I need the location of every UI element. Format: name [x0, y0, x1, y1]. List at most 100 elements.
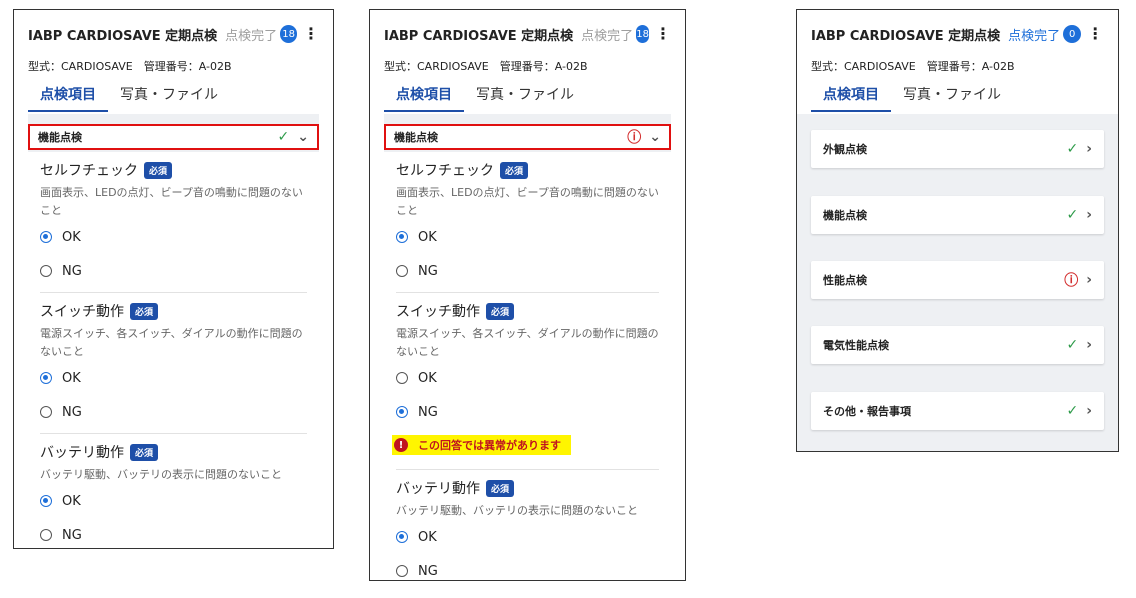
tab-photos-files[interactable]: 写真・ファイル — [891, 80, 1013, 112]
content-area: 機能点検 ⓘ ⌄ セルフチェック 必須 画面表示、LEDの点灯、ビープ音の鳴動に問… — [384, 114, 671, 580]
complete-button[interactable]: 点検完了 — [225, 25, 277, 44]
radio-selected-icon[interactable] — [396, 231, 408, 243]
complete-button[interactable]: 点検完了 — [1008, 25, 1060, 44]
remaining-count-badge: 18 — [280, 25, 297, 43]
radio-icon[interactable] — [396, 372, 408, 384]
header: IABP CARDIOSAVE 定期点検 点検完了 0 ⋮ — [811, 22, 1104, 46]
radio-selected-icon[interactable] — [40, 495, 52, 507]
question-title: セルフチェック — [40, 163, 138, 179]
question-title: スイッチ動作 — [396, 304, 480, 320]
question-description: 電源スイッチ、各スイッチ、ダイアルの動作に問題のないこと — [40, 327, 303, 358]
category-item[interactable]: 電気性能点検 ✓ › — [811, 326, 1104, 364]
option-ok[interactable]: OK — [40, 220, 307, 254]
section-title: 機能点検 — [394, 131, 438, 144]
option-ok[interactable]: OK — [396, 361, 659, 395]
inspection-overview-panel: IABP CARDIOSAVE 定期点検 点検完了 0 ⋮ 型式：CARDIOS… — [796, 9, 1119, 452]
option-label: NG — [62, 404, 82, 420]
tab-photos-files[interactable]: 写真・ファイル — [108, 80, 230, 112]
question: スイッチ動作 必須 電源スイッチ、各スイッチ、ダイアルの動作に問題のないこと OK… — [392, 301, 659, 470]
option-ng[interactable]: NG — [396, 254, 659, 288]
category-item[interactable]: 機能点検 ✓ › — [811, 196, 1104, 234]
required-badge: 必須 — [130, 302, 159, 320]
error-icon: ! — [394, 438, 408, 452]
radio-icon[interactable] — [40, 265, 52, 277]
kebab-menu-icon[interactable]: ⋮ — [1087, 26, 1103, 42]
option-label: OK — [418, 370, 437, 386]
required-badge: 必須 — [500, 161, 529, 179]
option-ok[interactable]: OK — [40, 484, 307, 518]
question: バッテリ動作 必須 バッテリ駆動、バッテリの表示に問題のないこと OK NG — [40, 442, 307, 548]
question: セルフチェック 必須 画面表示、LEDの点灯、ビープ音の鳴動に問題のないこと OK… — [40, 160, 307, 293]
model-info: 型式：CARDIOSAVE 管理番号：A-02B — [811, 60, 1015, 73]
question-card: セルフチェック 必須 画面表示、LEDの点灯、ビープ音の鳴動に問題のないこと OK… — [384, 152, 671, 580]
category-item[interactable]: その他・報告事項 ✓ › — [811, 392, 1104, 430]
app-title: IABP CARDIOSAVE 定期点検 — [384, 28, 574, 44]
chevron-right-icon: › — [1086, 403, 1092, 419]
check-icon: ✓ — [277, 129, 290, 145]
option-ok[interactable]: OK — [396, 220, 659, 254]
option-ng[interactable]: NG — [40, 395, 307, 429]
content-area: 外観点検 ✓ › 機能点検 ✓ › 性能点検 ⓘ › 電気性能点検 ✓ › その他・報告… — [797, 114, 1118, 451]
radio-icon[interactable] — [396, 265, 408, 277]
question-title: セルフチェック — [396, 163, 494, 179]
question-title: スイッチ動作 — [40, 304, 124, 320]
alert-circle-icon: ⓘ — [1064, 273, 1079, 289]
option-label: NG — [62, 527, 82, 543]
tab-inspection-items[interactable]: 点検項目 — [28, 80, 108, 112]
required-badge: 必須 — [486, 479, 515, 497]
check-icon: ✓ — [1066, 337, 1079, 353]
category-label: 性能点検 — [823, 274, 867, 287]
alert-circle-icon: ⓘ — [627, 130, 642, 146]
header: IABP CARDIOSAVE 定期点検 点検完了 18 ⋮ — [28, 22, 319, 46]
option-ng[interactable]: NG — [40, 254, 307, 288]
radio-selected-icon[interactable] — [396, 406, 408, 418]
category-label: その他・報告事項 — [823, 405, 911, 418]
chevron-right-icon: › — [1086, 141, 1092, 157]
option-ng[interactable]: NG — [40, 518, 307, 548]
abnormal-warning: ! この回答では異常があります — [392, 435, 571, 455]
tab-inspection-items[interactable]: 点検項目 — [384, 80, 464, 112]
radio-icon[interactable] — [40, 529, 52, 541]
option-label: OK — [418, 529, 437, 545]
section-title: 機能点検 — [38, 131, 82, 144]
question-description: バッテリ駆動、バッテリの表示に問題のないこと — [40, 468, 282, 481]
category-item[interactable]: 外観点検 ✓ › — [811, 130, 1104, 168]
option-label: OK — [418, 229, 437, 245]
option-ng[interactable]: NG — [396, 554, 659, 580]
question-description: 電源スイッチ、各スイッチ、ダイアルの動作に問題のないこと — [396, 327, 659, 358]
kebab-menu-icon[interactable]: ⋮ — [655, 26, 671, 42]
header: IABP CARDIOSAVE 定期点検 点検完了 18 ⋮ — [384, 22, 671, 46]
category-label: 電気性能点検 — [823, 339, 889, 352]
radio-selected-icon[interactable] — [396, 531, 408, 543]
option-ng[interactable]: NG — [396, 395, 659, 429]
kebab-menu-icon[interactable]: ⋮ — [303, 26, 319, 42]
section-header[interactable]: 機能点検 ⓘ ⌄ — [384, 124, 671, 150]
chevron-down-icon[interactable]: ⌄ — [297, 129, 309, 145]
tab-photos-files[interactable]: 写真・ファイル — [464, 80, 586, 112]
question-card: セルフチェック 必須 画面表示、LEDの点灯、ビープ音の鳴動に問題のないこと OK… — [28, 152, 319, 548]
required-badge: 必須 — [144, 161, 173, 179]
radio-selected-icon[interactable] — [40, 231, 52, 243]
model-info: 型式：CARDIOSAVE 管理番号：A-02B — [384, 60, 588, 73]
model-info: 型式：CARDIOSAVE 管理番号：A-02B — [28, 60, 232, 73]
category-item[interactable]: 性能点検 ⓘ › — [811, 261, 1104, 299]
content-area: 機能点検 ✓ ⌄ セルフチェック 必須 画面表示、LEDの点灯、ビープ音の鳴動に問… — [28, 114, 319, 548]
option-label: NG — [418, 404, 438, 420]
tab-inspection-items[interactable]: 点検項目 — [811, 80, 891, 112]
required-badge: 必須 — [486, 302, 515, 320]
option-label: OK — [62, 229, 81, 245]
tab-bar: 点検項目 写真・ファイル — [28, 80, 230, 112]
section-header[interactable]: 機能点検 ✓ ⌄ — [28, 124, 319, 150]
radio-icon[interactable] — [40, 406, 52, 418]
radio-icon[interactable] — [396, 565, 408, 577]
question-description: 画面表示、LEDの点灯、ビープ音の鳴動に問題のないこと — [40, 186, 303, 217]
app-title: IABP CARDIOSAVE 定期点検 — [811, 28, 1001, 44]
inspection-panel-ok: IABP CARDIOSAVE 定期点検 点検完了 18 ⋮ 型式：CARDIO… — [13, 9, 334, 549]
question: スイッチ動作 必須 電源スイッチ、各スイッチ、ダイアルの動作に問題のないこと OK… — [40, 301, 307, 434]
radio-selected-icon[interactable] — [40, 372, 52, 384]
tab-bar: 点検項目 写真・ファイル — [384, 80, 586, 112]
option-ok[interactable]: OK — [40, 361, 307, 395]
chevron-down-icon[interactable]: ⌄ — [649, 129, 661, 145]
option-ok[interactable]: OK — [396, 520, 659, 554]
complete-button[interactable]: 点検完了 — [581, 25, 633, 44]
